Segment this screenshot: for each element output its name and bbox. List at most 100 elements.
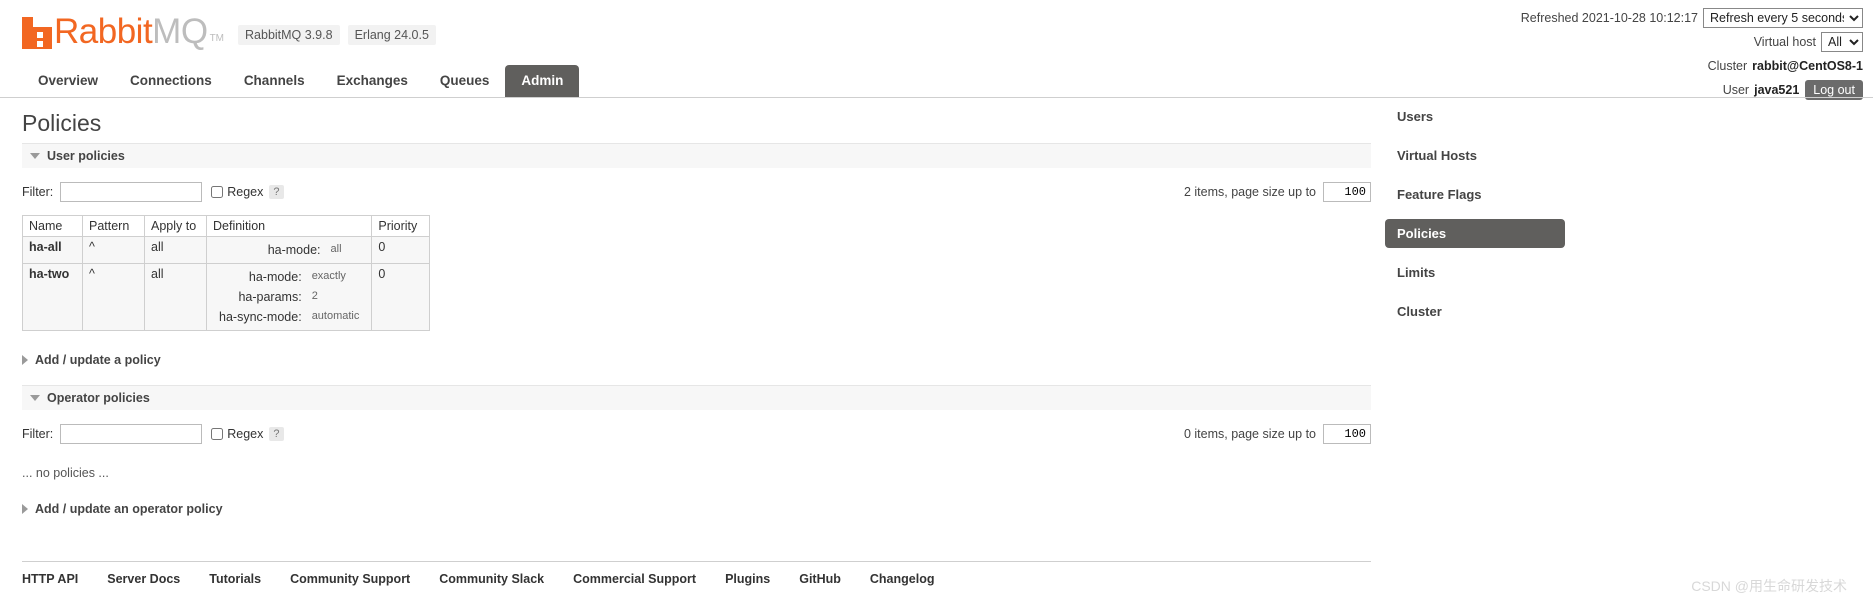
col-header-priority: Priority — [371, 215, 431, 237]
operator-page-size-input[interactable] — [1323, 424, 1371, 444]
policy-definition: ha-mode: exactly ha-params: 2 ha-sync-mo… — [205, 263, 373, 331]
footer-link-plugins[interactable]: Plugins — [725, 572, 770, 586]
badge-rabbitmq-version: RabbitMQ 3.9.8 — [238, 25, 340, 45]
cluster-label: Cluster — [1707, 59, 1748, 73]
operator-filter-label: Filter: — [22, 427, 54, 441]
cluster-row: Cluster rabbit@CentOS8-1 — [1521, 56, 1863, 76]
logo-trademark: TM — [209, 33, 225, 44]
operator-regex-checkbox[interactable] — [211, 428, 224, 440]
footer-links: HTTP API Server Docs Tutorials Community… — [22, 561, 1371, 586]
sidebar-item-limits[interactable]: Limits — [1385, 258, 1565, 287]
operator-filter-input[interactable] — [60, 424, 203, 444]
section-label-operator-policies: Operator policies — [47, 391, 150, 405]
user-regex-checkbox[interactable] — [211, 186, 224, 198]
operator-page-size-group: 0 items, page size up to — [1184, 424, 1371, 444]
page-title: Policies — [22, 110, 102, 136]
admin-sidebar: Users Virtual Hosts Feature Flags Polici… — [1385, 102, 1565, 336]
expand-triangle-right-icon — [22, 504, 28, 514]
logo-text-mq: MQ — [152, 12, 208, 51]
user-filter-label: Filter: — [22, 185, 54, 199]
user-regex-group: Regex ? — [211, 185, 284, 199]
definition-pair: ha-sync-mode: automatic — [213, 307, 365, 327]
tab-overview[interactable]: Overview — [22, 65, 114, 97]
definition-pair: ha-params: 2 — [213, 287, 365, 307]
definition-pair: ha-mode: exactly — [213, 267, 365, 287]
tab-admin[interactable]: Admin — [505, 65, 580, 97]
definition-value: exactly — [311, 270, 346, 282]
section-header-operator-policies[interactable]: Operator policies — [22, 385, 1371, 410]
user-policies-table: Name Pattern Apply to Definition Priorit… — [22, 215, 431, 331]
operator-regex-help-icon[interactable]: ? — [269, 427, 284, 441]
section-label-user-policies: User policies — [47, 149, 125, 163]
add-update-policy-label: Add / update a policy — [35, 353, 161, 367]
footer-link-community-support[interactable]: Community Support — [290, 572, 410, 586]
definition-key: ha-sync-mode: — [219, 310, 302, 324]
definition-value: 2 — [311, 290, 318, 302]
user-filter-input[interactable] — [60, 182, 203, 202]
top-bar: Rabbit MQ TM RabbitMQ 3.9.8 Erlang 24.0.… — [0, 0, 1873, 100]
operator-items-count-text: 0 items, page size up to — [1183, 427, 1316, 441]
header-right-panel: Refreshed 2021-10-28 10:12:17 Refresh ev… — [1521, 8, 1863, 104]
add-update-policy-toggle[interactable]: Add / update a policy — [22, 353, 1374, 367]
section-header-user-policies[interactable]: User policies — [22, 143, 1371, 168]
user-value: java521 — [1754, 83, 1800, 97]
nav-divider — [0, 97, 1873, 98]
user-regex-help-icon[interactable]: ? — [269, 185, 284, 199]
cluster-value: rabbit@CentOS8-1 — [1752, 59, 1863, 73]
sidebar-item-policies[interactable]: Policies — [1385, 219, 1565, 248]
col-header-apply-to: Apply to — [144, 215, 207, 237]
policy-name[interactable]: ha-two — [22, 263, 83, 331]
footer-link-changelog[interactable]: Changelog — [870, 572, 935, 586]
sidebar-item-cluster[interactable]: Cluster — [1385, 297, 1565, 326]
policy-definition: ha-mode: all — [205, 236, 373, 264]
footer-link-tutorials[interactable]: Tutorials — [209, 572, 261, 586]
vhost-row: Virtual host All — [1521, 32, 1863, 52]
collapse-triangle-down-icon — [30, 153, 40, 159]
user-regex-label: Regex — [227, 185, 264, 199]
policy-pattern: ^ — [82, 236, 145, 264]
main-content: Policies User policies Filter: Regex ? 2… — [22, 102, 1374, 516]
main-nav-tabs: Overview Connections Channels Exchanges … — [22, 65, 580, 97]
version-badges: RabbitMQ 3.9.8 Erlang 24.0.5 — [238, 25, 444, 45]
rabbitmq-logo[interactable]: Rabbit MQ TM RabbitMQ 3.9.8 Erlang 24.0.… — [22, 14, 444, 49]
vhost-select[interactable]: All — [1821, 32, 1863, 52]
vhost-label: Virtual host — [1753, 35, 1816, 49]
tab-exchanges[interactable]: Exchanges — [321, 65, 424, 97]
footer-link-server-docs[interactable]: Server Docs — [107, 572, 180, 586]
footer-link-github[interactable]: GitHub — [799, 572, 841, 586]
refresh-row: Refreshed 2021-10-28 10:12:17 Refresh ev… — [1521, 8, 1863, 28]
policy-pattern: ^ — [82, 263, 145, 331]
refreshed-timestamp: Refreshed 2021-10-28 10:12:17 — [1520, 11, 1698, 25]
footer-link-community-slack[interactable]: Community Slack — [439, 572, 544, 586]
definition-key: ha-mode: — [267, 243, 321, 257]
add-update-operator-policy-label: Add / update an operator policy — [35, 502, 223, 516]
collapse-triangle-down-icon — [30, 395, 40, 401]
sidebar-item-feature-flags[interactable]: Feature Flags — [1385, 180, 1565, 209]
user-page-size-input[interactable] — [1323, 182, 1371, 202]
operator-policies-empty-message: ... no policies ... — [22, 466, 109, 480]
table-row[interactable]: ha-two ^ all ha-mode: exactly ha-params:… — [22, 263, 431, 331]
operator-regex-group: Regex ? — [211, 427, 284, 441]
definition-value: all — [330, 243, 342, 255]
policy-priority: 0 — [371, 236, 431, 264]
sidebar-item-virtual-hosts[interactable]: Virtual Hosts — [1385, 141, 1565, 170]
footer-link-commercial-support[interactable]: Commercial Support — [573, 572, 696, 586]
footer-link-http-api[interactable]: HTTP API — [22, 572, 78, 586]
refresh-interval-select[interactable]: Refresh every 5 seconds — [1703, 8, 1863, 28]
badge-erlang-version: Erlang 24.0.5 — [347, 25, 436, 45]
table-row[interactable]: ha-all ^ all ha-mode: all 0 — [22, 236, 431, 264]
tab-channels[interactable]: Channels — [228, 65, 321, 97]
definition-key: ha-params: — [238, 290, 302, 304]
tab-queues[interactable]: Queues — [424, 65, 506, 97]
col-header-name: Name — [22, 215, 83, 237]
tab-connections[interactable]: Connections — [114, 65, 228, 97]
col-header-pattern: Pattern — [82, 215, 145, 237]
operator-policies-filter-row: Filter: Regex ? 0 items, page size up to — [22, 424, 1371, 444]
rabbitmq-management-page: Rabbit MQ TM RabbitMQ 3.9.8 Erlang 24.0.… — [0, 0, 1873, 605]
add-update-operator-policy-toggle[interactable]: Add / update an operator policy — [22, 502, 1374, 516]
sidebar-item-users[interactable]: Users — [1385, 102, 1565, 131]
policy-name[interactable]: ha-all — [22, 236, 83, 264]
col-header-definition: Definition — [205, 215, 373, 237]
user-label: User — [1722, 83, 1750, 97]
user-policies-filter-row: Filter: Regex ? 2 items, page size up to — [22, 182, 1371, 202]
